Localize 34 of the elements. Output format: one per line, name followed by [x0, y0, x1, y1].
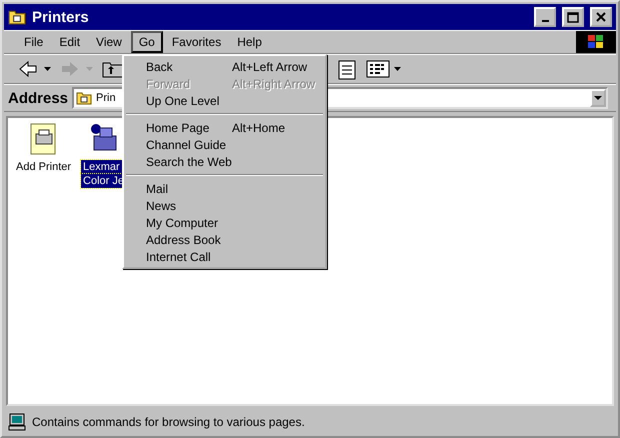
computer-icon — [8, 413, 26, 431]
menu-item[interactable]: My Computer — [124, 214, 325, 231]
views-button[interactable] — [364, 59, 404, 79]
close-button[interactable] — [590, 7, 612, 27]
menu-item[interactable]: Mail — [124, 180, 325, 197]
address-text: Prin — [96, 92, 116, 104]
menu-bar-item[interactable]: File — [17, 32, 50, 52]
windows-logo — [576, 31, 616, 53]
address-label: Address — [7, 90, 70, 106]
menu-item[interactable]: Search the Web — [124, 153, 325, 170]
menu-item[interactable]: News — [124, 197, 325, 214]
maximize-icon — [567, 12, 579, 22]
maximize-button[interactable] — [562, 7, 584, 27]
status-text: Contains commands for browsing to various pages. — [32, 415, 305, 429]
menu-item[interactable]: Back Alt+Left Arrow — [124, 58, 325, 75]
menu-item[interactable]: Address Book — [124, 231, 325, 248]
menu-bar-item[interactable]: View — [89, 32, 129, 52]
folder-icon — [8, 8, 26, 26]
menu-bar-item[interactable]: Edit — [52, 32, 88, 52]
close-icon — [596, 12, 606, 22]
dropdown-button[interactable] — [590, 89, 606, 107]
window-title: Printers — [32, 8, 90, 26]
menu-bar-item[interactable]: Help — [230, 32, 269, 52]
menu-item[interactable]: Channel Guide — [124, 136, 325, 153]
minimize-button[interactable] — [534, 7, 556, 27]
menu-bar-item[interactable]: Favorites — [164, 32, 228, 52]
folder-icon — [76, 90, 92, 106]
menu-bar-item[interactable]: Go — [130, 31, 163, 53]
minimize-icon — [542, 20, 548, 22]
menu-item[interactable]: Home Page Alt+Home — [124, 119, 325, 136]
menu-item[interactable]: Internet Call — [124, 248, 325, 265]
caret-icon — [594, 96, 602, 100]
menu-item[interactable]: Up One Level — [124, 92, 325, 109]
file-label[interactable]: Add Printer — [14, 160, 74, 174]
